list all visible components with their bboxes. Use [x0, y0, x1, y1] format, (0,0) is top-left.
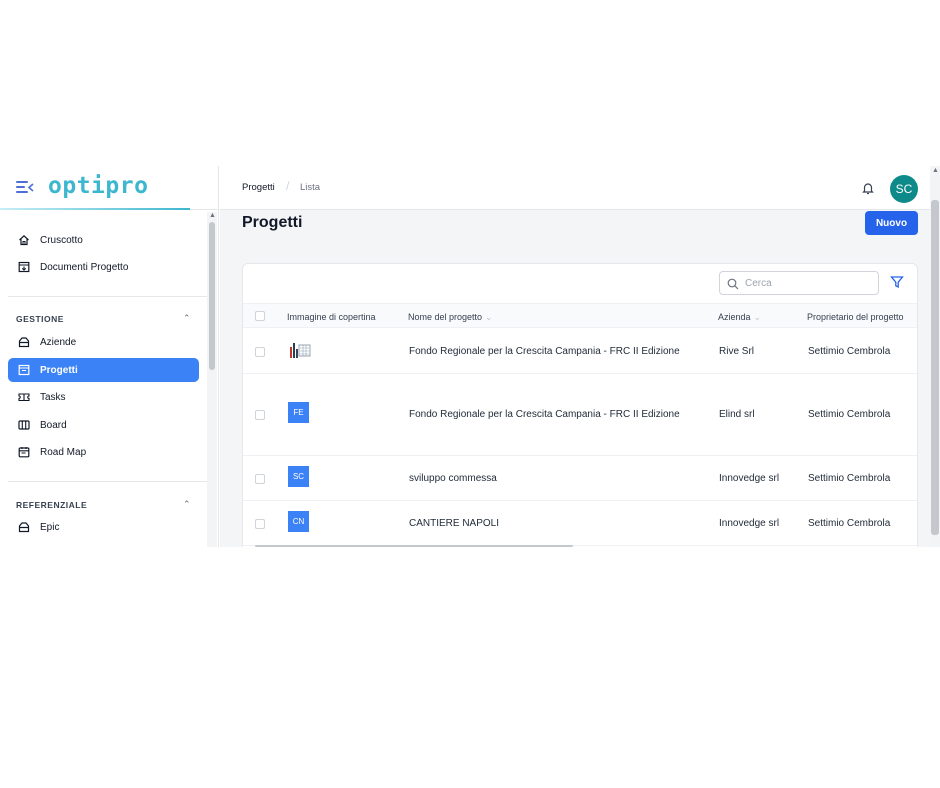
project-icon — [18, 364, 30, 376]
project-owner: Settimio Cembrola — [808, 518, 891, 529]
board-icon — [18, 419, 30, 431]
topbar: Progetti / Lista SC — [220, 166, 930, 210]
project-name[interactable]: Fondo Regionale per la Crescita Campania… — [409, 346, 680, 357]
bell-icon[interactable] — [862, 181, 874, 195]
row-checkbox[interactable] — [255, 519, 265, 529]
avatar[interactable]: SC — [890, 175, 918, 203]
project-cover-initials: FE — [288, 402, 309, 423]
sidebar-item-board[interactable]: Board — [8, 413, 199, 437]
breadcrumb-separator: / — [286, 179, 290, 193]
table-row[interactable]: SC sviluppo commessa Innovedge srl Setti… — [243, 456, 917, 501]
building-icon — [18, 336, 30, 348]
sidebar-divider — [8, 296, 208, 297]
main-content: Progetti Nuovo Cerca Immagine di coperti… — [220, 210, 930, 547]
sidebar-item-documenti-progetto[interactable]: Documenti Progetto — [8, 255, 199, 279]
home-icon — [18, 234, 30, 246]
project-name[interactable]: sviluppo commessa — [409, 473, 497, 484]
sidebar-scroll-thumb[interactable] — [209, 222, 215, 370]
page-title: Progetti — [242, 214, 303, 231]
sort-icon: ⌄ — [753, 312, 762, 322]
sidebar: optipro Cruscotto Documenti Progetto GES… — [0, 166, 219, 547]
table-header: Immagine di copertina Nome del progetto ⌄… — [243, 303, 917, 328]
sidebar-item-aziende[interactable]: Aziende — [8, 330, 199, 354]
sidebar-item-label: Tasks — [40, 391, 66, 403]
row-checkbox[interactable] — [255, 474, 265, 484]
scroll-up-icon[interactable]: ▲ — [932, 167, 939, 174]
sidebar-item-progetti[interactable]: Progetti — [8, 358, 199, 382]
sidebar-item-label: Board — [40, 419, 67, 431]
brand-logo[interactable]: optipro — [48, 173, 148, 199]
project-name[interactable]: Fondo Regionale per la Crescita Campania… — [409, 409, 680, 420]
filter-icon[interactable] — [890, 275, 904, 289]
table-row[interactable]: FE Fondo Regionale per la Crescita Campa… — [243, 374, 917, 456]
project-company: Innovedge srl — [719, 473, 780, 484]
column-header-company[interactable]: Azienda ⌄ — [718, 312, 761, 323]
tasks-icon — [18, 391, 30, 403]
project-cover-initials: CN — [288, 511, 309, 532]
project-owner: Settimio Cembrola — [808, 409, 891, 420]
project-owner: Settimio Cembrola — [808, 346, 891, 357]
breadcrumb-lista: Lista — [300, 182, 321, 193]
column-header-name[interactable]: Nome del progetto ⌄ — [408, 312, 493, 323]
project-company: Rive Srl — [719, 346, 755, 357]
search-placeholder: Cerca — [745, 278, 772, 289]
breadcrumb-progetti[interactable]: Progetti — [242, 182, 275, 193]
sidebar-divider — [8, 481, 208, 482]
chevron-up-icon[interactable]: ⌃ — [183, 499, 191, 510]
project-cover-initials: SC — [288, 466, 309, 487]
row-checkbox[interactable] — [255, 410, 265, 420]
sidebar-item-cruscotto[interactable]: Cruscotto — [8, 228, 199, 252]
table-row[interactable]: Fondo Regionale per la Crescita Campania… — [243, 329, 917, 374]
column-header-image: Immagine di copertina — [287, 312, 376, 322]
section-referenziale: REFERENZIALE — [16, 500, 88, 510]
scroll-up-icon[interactable]: ▲ — [209, 212, 216, 219]
sidebar-item-label: Documenti Progetto — [40, 261, 129, 273]
project-cover-image — [288, 341, 312, 359]
sidebar-item-label: Progetti — [40, 364, 78, 376]
page-scrollbar[interactable]: ▲ — [930, 166, 940, 547]
sort-icon: ⌄ — [485, 312, 493, 322]
menu-collapse-icon[interactable] — [16, 180, 34, 194]
projects-table-card: Cerca Immagine di copertina Nome del pro… — [242, 263, 918, 547]
sidebar-item-label: Aziende — [40, 336, 77, 348]
project-owner: Settimio Cembrola — [808, 473, 891, 484]
sidebar-item-label: Road Map — [40, 446, 87, 458]
page-scroll-thumb[interactable] — [931, 200, 939, 535]
document-tray-icon — [18, 261, 30, 273]
project-company: Elind srl — [719, 409, 755, 420]
search-icon — [727, 277, 739, 290]
sidebar-item-epic[interactable]: Epic — [8, 515, 199, 539]
row-checkbox[interactable] — [255, 347, 265, 357]
table-horizontal-scrollbar[interactable] — [255, 545, 573, 547]
sidebar-item-label: Epic — [40, 521, 60, 533]
sidebar-item-road-map[interactable]: Road Map — [8, 440, 199, 464]
project-name[interactable]: CANTIERE NAPOLI — [409, 518, 499, 529]
project-company: Innovedge srl — [719, 518, 780, 529]
sidebar-scrollbar[interactable]: ▲ — [207, 212, 217, 547]
logo-row: optipro — [0, 166, 219, 210]
chevron-up-icon[interactable]: ⌃ — [183, 313, 191, 324]
table-row[interactable]: CN CANTIERE NAPOLI Innovedge srl Settimi… — [243, 501, 917, 546]
sidebar-item-tasks[interactable]: Tasks — [8, 385, 199, 409]
epic-icon — [18, 521, 30, 533]
section-gestione: GESTIONE — [16, 314, 64, 324]
column-header-owner[interactable]: Proprietario del progetto — [807, 312, 904, 322]
new-project-button[interactable]: Nuovo — [865, 211, 918, 235]
select-all-checkbox[interactable] — [255, 311, 265, 321]
search-input[interactable]: Cerca — [719, 271, 879, 295]
calendar-icon — [18, 446, 30, 458]
app-window: optipro Cruscotto Documenti Progetto GES… — [0, 166, 940, 547]
logo-underline — [0, 208, 190, 210]
sidebar-item-label: Cruscotto — [40, 234, 83, 246]
